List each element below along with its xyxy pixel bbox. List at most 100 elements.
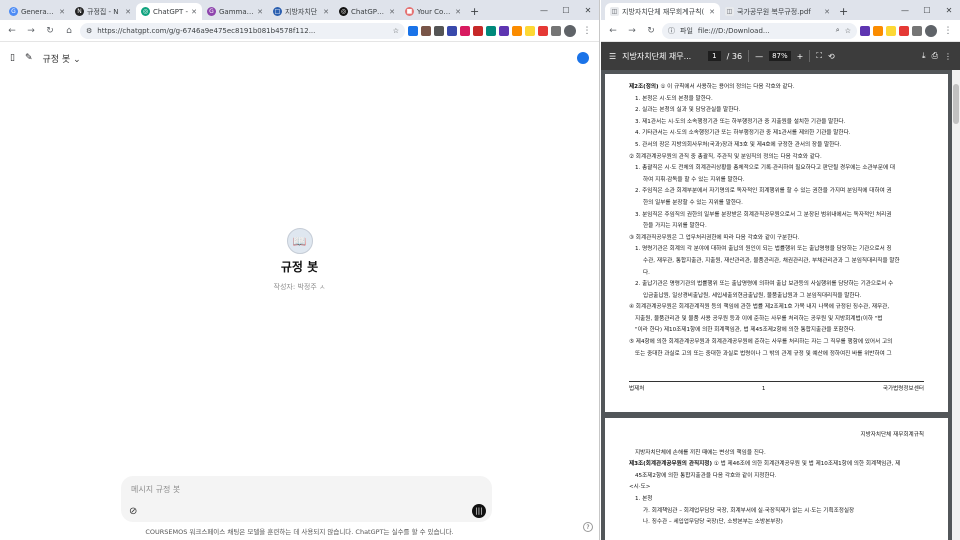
user-avatar[interactable] xyxy=(577,52,589,64)
extension-icon[interactable] xyxy=(499,25,509,36)
browser-toolbar: ← → ↻ ⌂ ⚙ https://chatgpt.com/g/g-6746a9… xyxy=(0,20,599,42)
minimize-icon[interactable]: — xyxy=(533,6,555,15)
browser-tab[interactable]: ◫ 지방자치단체 재무회계규칙(✕ xyxy=(605,3,720,20)
browser-menu-icon[interactable]: ⋮ xyxy=(579,23,595,39)
extensions-puzzle-icon[interactable] xyxy=(912,25,922,36)
page-footer: 법제처 1 국가법령정보센터 xyxy=(629,381,924,396)
page-number-input[interactable]: 1 xyxy=(708,51,721,61)
pdf-text-line: 지방자치단체에 손해를 끼친 때에는 변상의 책임을 진다. xyxy=(635,449,766,456)
address-bar[interactable]: ⓘ 파일 file:///D:/Download... ⌕ ☆ xyxy=(662,22,857,39)
new-chat-icon[interactable]: ✎ xyxy=(25,53,33,63)
page-total: / 36 xyxy=(726,51,743,61)
message-composer[interactable]: 메시지 규정 봇 ⊘ ||| xyxy=(121,476,492,522)
extensions-puzzle-icon[interactable] xyxy=(551,25,561,36)
extension-icon[interactable] xyxy=(525,25,535,36)
extension-icon[interactable] xyxy=(538,25,548,36)
pdf-text-line: 1. 본청은 시·도의 본청을 말한다. xyxy=(635,95,713,102)
extension-icon[interactable] xyxy=(860,25,870,36)
extension-icon[interactable] xyxy=(408,25,418,36)
browser-tab[interactable]: ◫ 국가공무원 복무규정.pdf ✕ xyxy=(720,3,835,20)
close-tab-icon[interactable]: ✕ xyxy=(323,8,329,16)
pdf-text-line: 1. 본청 xyxy=(635,495,653,502)
site-info-icon[interactable]: ⚙ xyxy=(86,27,92,35)
rotate-icon[interactable]: ⟲ xyxy=(828,52,835,61)
outline-menu-icon[interactable]: ☰ xyxy=(609,52,616,61)
pdf-text-line: 하여 지휘·감독을 할 수 있는 지위를 말한다. xyxy=(643,176,745,183)
reload-icon[interactable]: ↻ xyxy=(643,23,659,39)
address-bar[interactable]: ⚙ https://chatgpt.com/g/g-6746a9e475ec81… xyxy=(80,22,405,39)
browser-tab[interactable]: G Gammas - ✕ xyxy=(202,3,268,20)
zoom-level[interactable]: 87% xyxy=(769,51,791,61)
extension-icon[interactable] xyxy=(434,25,444,36)
zoom-icon[interactable]: ⌕ xyxy=(836,26,840,35)
print-icon[interactable]: ⎙ xyxy=(932,51,938,61)
home-icon[interactable]: ⌂ xyxy=(61,23,77,39)
zoom-out-icon[interactable]: — xyxy=(755,52,763,61)
close-tab-icon[interactable]: ✕ xyxy=(257,8,263,16)
bookmark-star-icon[interactable]: ☆ xyxy=(393,27,399,35)
extension-icon[interactable] xyxy=(460,25,470,36)
pdf-text-line: 나. 징수관 – 세입업무담당 국장(단, 소방본부는 소방본부장) xyxy=(643,519,783,526)
forward-icon[interactable]: → xyxy=(624,23,640,39)
pdf-file-icon: ◫ xyxy=(610,7,619,16)
extension-icon[interactable] xyxy=(447,25,457,36)
minimize-icon[interactable]: — xyxy=(894,6,916,15)
browser-tab[interactable]: N 규정집 - N ✕ xyxy=(70,3,136,20)
close-tab-icon[interactable]: ✕ xyxy=(389,8,395,16)
extension-icon[interactable] xyxy=(512,25,522,36)
browser-tab[interactable]: G Generative ✕ xyxy=(4,3,70,20)
bookmark-star-icon[interactable]: ☆ xyxy=(845,27,851,35)
browser-tab[interactable]: □ 지방자치단 ✕ xyxy=(268,3,334,20)
pdf-scrollbar[interactable] xyxy=(952,70,960,540)
close-tab-icon[interactable]: ✕ xyxy=(191,8,197,16)
profile-avatar[interactable] xyxy=(564,24,576,37)
close-tab-icon[interactable]: ✕ xyxy=(455,8,461,16)
message-input[interactable]: 메시지 규정 봇 xyxy=(131,484,482,495)
new-tab-button[interactable]: + xyxy=(835,3,852,20)
close-window-icon[interactable]: ✕ xyxy=(577,6,599,15)
maximize-icon[interactable]: ☐ xyxy=(916,6,938,15)
extension-icon[interactable] xyxy=(421,25,431,36)
gpt-title-dropdown[interactable]: 규정 봇 ⌄ xyxy=(43,52,81,65)
sidebar-toggle-icon[interactable]: ▯ xyxy=(10,53,15,63)
extension-icon[interactable] xyxy=(899,25,909,36)
more-options-icon[interactable]: ⋮ xyxy=(944,52,952,61)
pdf-viewport[interactable]: 제2조(정의) ① 이 규칙에서 사용하는 용어의 정의는 다음 각호와 같다.… xyxy=(601,70,960,540)
divider xyxy=(809,50,811,62)
pdf-text-line: 다. xyxy=(643,269,650,276)
pdf-page-2: 지방자치단체 재무회계규칙 지방자치단체에 손해를 끼친 때에는 변상의 책임을… xyxy=(605,418,948,540)
reload-icon[interactable]: ↻ xyxy=(42,23,58,39)
browser-tab[interactable]: ◎ ChatGPT 나 ✕ xyxy=(334,3,400,20)
extension-icon[interactable] xyxy=(473,25,483,36)
voice-mode-icon[interactable]: ||| xyxy=(472,504,486,518)
close-tab-icon[interactable]: ✕ xyxy=(59,8,65,16)
browser-menu-icon[interactable]: ⋮ xyxy=(940,23,956,39)
close-tab-icon[interactable]: ✕ xyxy=(125,8,131,16)
pdf-text-line: 45조제2항에 의한 통합지출관을 다음 각호와 같이 지정한다. xyxy=(635,472,777,479)
new-tab-button[interactable]: + xyxy=(466,3,483,20)
extension-icon[interactable] xyxy=(886,25,896,36)
attach-icon[interactable]: ⊘ xyxy=(129,506,137,517)
close-tab-icon[interactable]: ✕ xyxy=(709,8,715,16)
url-text: https://chatgpt.com/g/g-6746a9e475ec8191… xyxy=(97,26,316,35)
favicon-icon: G xyxy=(9,7,18,16)
pdf-title: 지방자치단체 재무... xyxy=(622,51,692,61)
zoom-in-icon[interactable]: + xyxy=(797,52,804,61)
fit-page-icon[interactable]: ⛶ xyxy=(816,51,822,61)
forward-icon[interactable]: → xyxy=(23,23,39,39)
browser-tab[interactable]: ◎ ChatGPT - ✕ xyxy=(136,3,202,20)
browser-tab[interactable]: ■ Your Comp ✕ xyxy=(400,3,466,20)
footer-left: 법제처 xyxy=(629,386,645,393)
maximize-icon[interactable]: ☐ xyxy=(555,6,577,15)
back-icon[interactable]: ← xyxy=(605,23,621,39)
profile-avatar[interactable] xyxy=(925,24,937,37)
extension-icon[interactable] xyxy=(873,25,883,36)
scrollbar-thumb[interactable] xyxy=(953,84,959,124)
gpt-intro: 📖 규정 봇 작성자: 박정주 ㅅ xyxy=(0,228,599,292)
close-tab-icon[interactable]: ✕ xyxy=(824,8,830,16)
help-button[interactable]: ? xyxy=(583,522,593,532)
back-icon[interactable]: ← xyxy=(4,23,20,39)
extension-icon[interactable] xyxy=(486,25,496,36)
close-window-icon[interactable]: ✕ xyxy=(938,6,960,15)
download-icon[interactable]: ⤓ xyxy=(922,51,926,61)
